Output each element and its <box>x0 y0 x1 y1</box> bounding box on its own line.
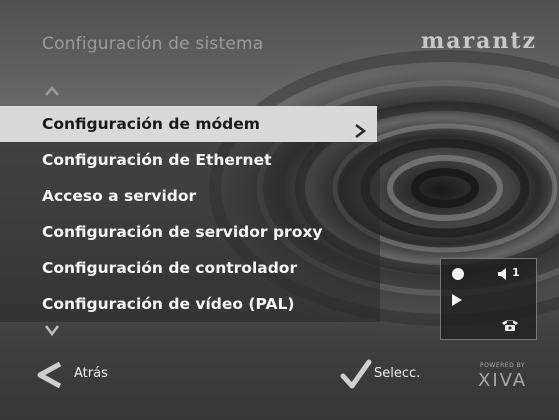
scroll-down-chevron-icon[interactable] <box>44 322 60 341</box>
play-icon <box>451 292 463 311</box>
menu-item-proxy[interactable]: Configuración de servidor proxy <box>0 214 380 250</box>
menu-item-label: Configuración de controlador <box>42 259 298 277</box>
menu-item-controller[interactable]: Configuración de controlador <box>0 250 380 286</box>
menu-item-label: Configuración de servidor proxy <box>42 223 323 241</box>
menu-item-label: Configuración de módem <box>42 115 260 133</box>
menu-item-label: Acceso a servidor <box>42 187 197 205</box>
menu-item-label: Configuración de vídeo (PAL) <box>42 295 295 313</box>
page-title: Configuración de sistema <box>42 34 264 54</box>
back-label: Atrás <box>74 366 108 381</box>
checkmark-icon <box>340 358 372 394</box>
brand-logo: marantz <box>420 28 537 54</box>
status-panel: 1 <box>440 258 537 340</box>
volume-number: 1 <box>512 266 520 279</box>
menu-item-ethernet[interactable]: Configuración de Ethernet <box>0 142 380 178</box>
menu-item-modem[interactable]: Configuración de módem <box>0 106 377 142</box>
menu-item-video[interactable]: Configuración de vídeo (PAL) <box>0 286 380 322</box>
back-arrow-icon <box>34 360 64 394</box>
scroll-up-chevron-icon[interactable] <box>44 82 60 101</box>
xiva-logo-sub: POWERED BY <box>480 362 526 369</box>
telephone-icon <box>501 317 519 336</box>
system-config-screen: Configuración de sistema marantz Configu… <box>0 0 559 420</box>
speaker-icon <box>497 266 511 285</box>
xiva-logo: POWERED BY XIVA <box>478 362 527 391</box>
menu-item-label: Configuración de Ethernet <box>42 151 272 169</box>
select-label: Selecc. <box>374 366 421 381</box>
record-dot-icon <box>451 266 465 285</box>
menu-item-server-access[interactable]: Acceso a servidor <box>0 178 380 214</box>
xiva-logo-word: XIVA <box>478 370 528 391</box>
settings-menu: Configuración de módem Configuración de … <box>0 106 380 322</box>
